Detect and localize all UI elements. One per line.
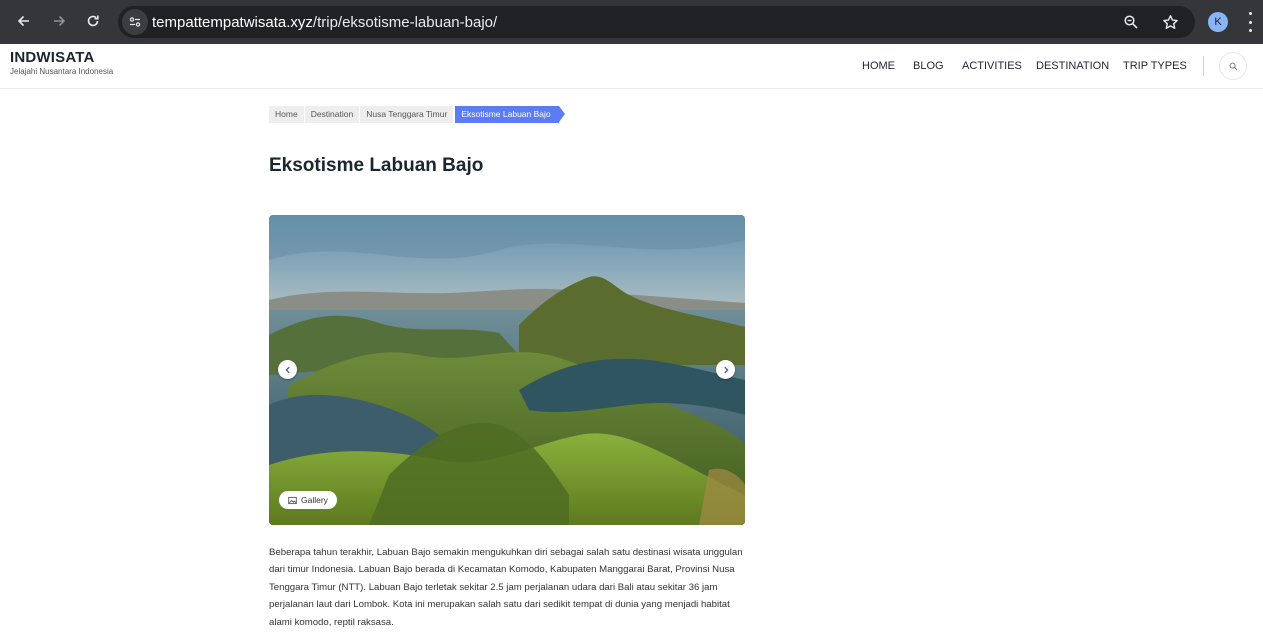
browser-toolbar: tempattempatwisata.xyz/trip/eksotisme-la… bbox=[0, 0, 1263, 44]
bookmark-star-icon bbox=[1162, 14, 1178, 29]
carousel-next-button[interactable] bbox=[716, 360, 735, 379]
breadcrumb-home[interactable]: Home bbox=[269, 106, 304, 123]
breadcrumb-current: Eksotisme Labuan Bajo bbox=[455, 106, 565, 123]
breadcrumb-region[interactable]: Nusa Tenggara Timur bbox=[360, 106, 454, 123]
profile-avatar[interactable]: K bbox=[1208, 12, 1228, 32]
gallery-label: Gallery bbox=[301, 495, 328, 505]
hero-image-carousel[interactable]: Gallery bbox=[269, 215, 745, 525]
back-button[interactable] bbox=[10, 7, 38, 35]
page-title: Eksotisme Labuan Bajo bbox=[269, 155, 484, 176]
carousel-prev-button[interactable] bbox=[278, 360, 297, 379]
site-search-button[interactable] bbox=[1219, 52, 1247, 80]
site-info-icon bbox=[129, 17, 141, 27]
trip-description: Beberapa tahun terakhir, Labuan Bajo sem… bbox=[269, 547, 743, 628]
breadcrumb-destination[interactable]: Destination bbox=[304, 106, 360, 123]
reload-icon bbox=[87, 15, 99, 27]
url-host: tempattempatwisata.xyz bbox=[152, 14, 313, 31]
url-path: /trip/eksotisme-labuan-bajo/ bbox=[312, 14, 498, 31]
site-tagline: Jelajahi Nusantara Indonesia bbox=[10, 67, 114, 76]
zoom-icon bbox=[1124, 15, 1138, 29]
menu-divider bbox=[1203, 56, 1204, 76]
url-text[interactable]: tempattempatwisata.xyz/trip/eksotisme-la… bbox=[152, 14, 497, 31]
site-logo-text: INDWISATA bbox=[10, 49, 95, 66]
menu-trip-types[interactable]: TRIP TYPES bbox=[1123, 60, 1187, 72]
gallery-icon bbox=[288, 496, 297, 505]
site-header: INDWISATA Jelajahi Nusantara Indonesia H… bbox=[0, 44, 1263, 89]
site-brand[interactable]: INDWISATA Jelajahi Nusantara Indonesia bbox=[10, 50, 113, 77]
menu-destination[interactable]: DESTINATION bbox=[1036, 60, 1109, 72]
forward-button[interactable] bbox=[45, 7, 73, 35]
address-bar[interactable]: tempattempatwisata.xyz/trip/eksotisme-la… bbox=[118, 6, 1195, 38]
menu-activities[interactable]: ACTIVITIES bbox=[962, 60, 1022, 72]
breadcrumb: Home Destination Nusa Tenggara Timur Eks… bbox=[269, 106, 565, 123]
menu-home[interactable]: HOME bbox=[862, 60, 895, 72]
zoom-button[interactable] bbox=[1121, 12, 1141, 32]
forward-icon bbox=[54, 15, 66, 27]
back-icon bbox=[17, 15, 29, 27]
reload-button[interactable] bbox=[79, 7, 107, 35]
kebab-menu-icon[interactable] bbox=[1246, 12, 1254, 32]
chevron-left-icon bbox=[284, 366, 290, 373]
search-icon bbox=[1229, 62, 1237, 70]
menu-blog[interactable]: BLOG bbox=[913, 60, 944, 72]
landscape-photo bbox=[269, 215, 745, 525]
chevron-right-icon bbox=[723, 366, 729, 373]
gallery-button[interactable]: Gallery bbox=[279, 491, 337, 509]
site-info-button[interactable] bbox=[122, 9, 148, 35]
bookmark-button[interactable] bbox=[1160, 12, 1180, 32]
